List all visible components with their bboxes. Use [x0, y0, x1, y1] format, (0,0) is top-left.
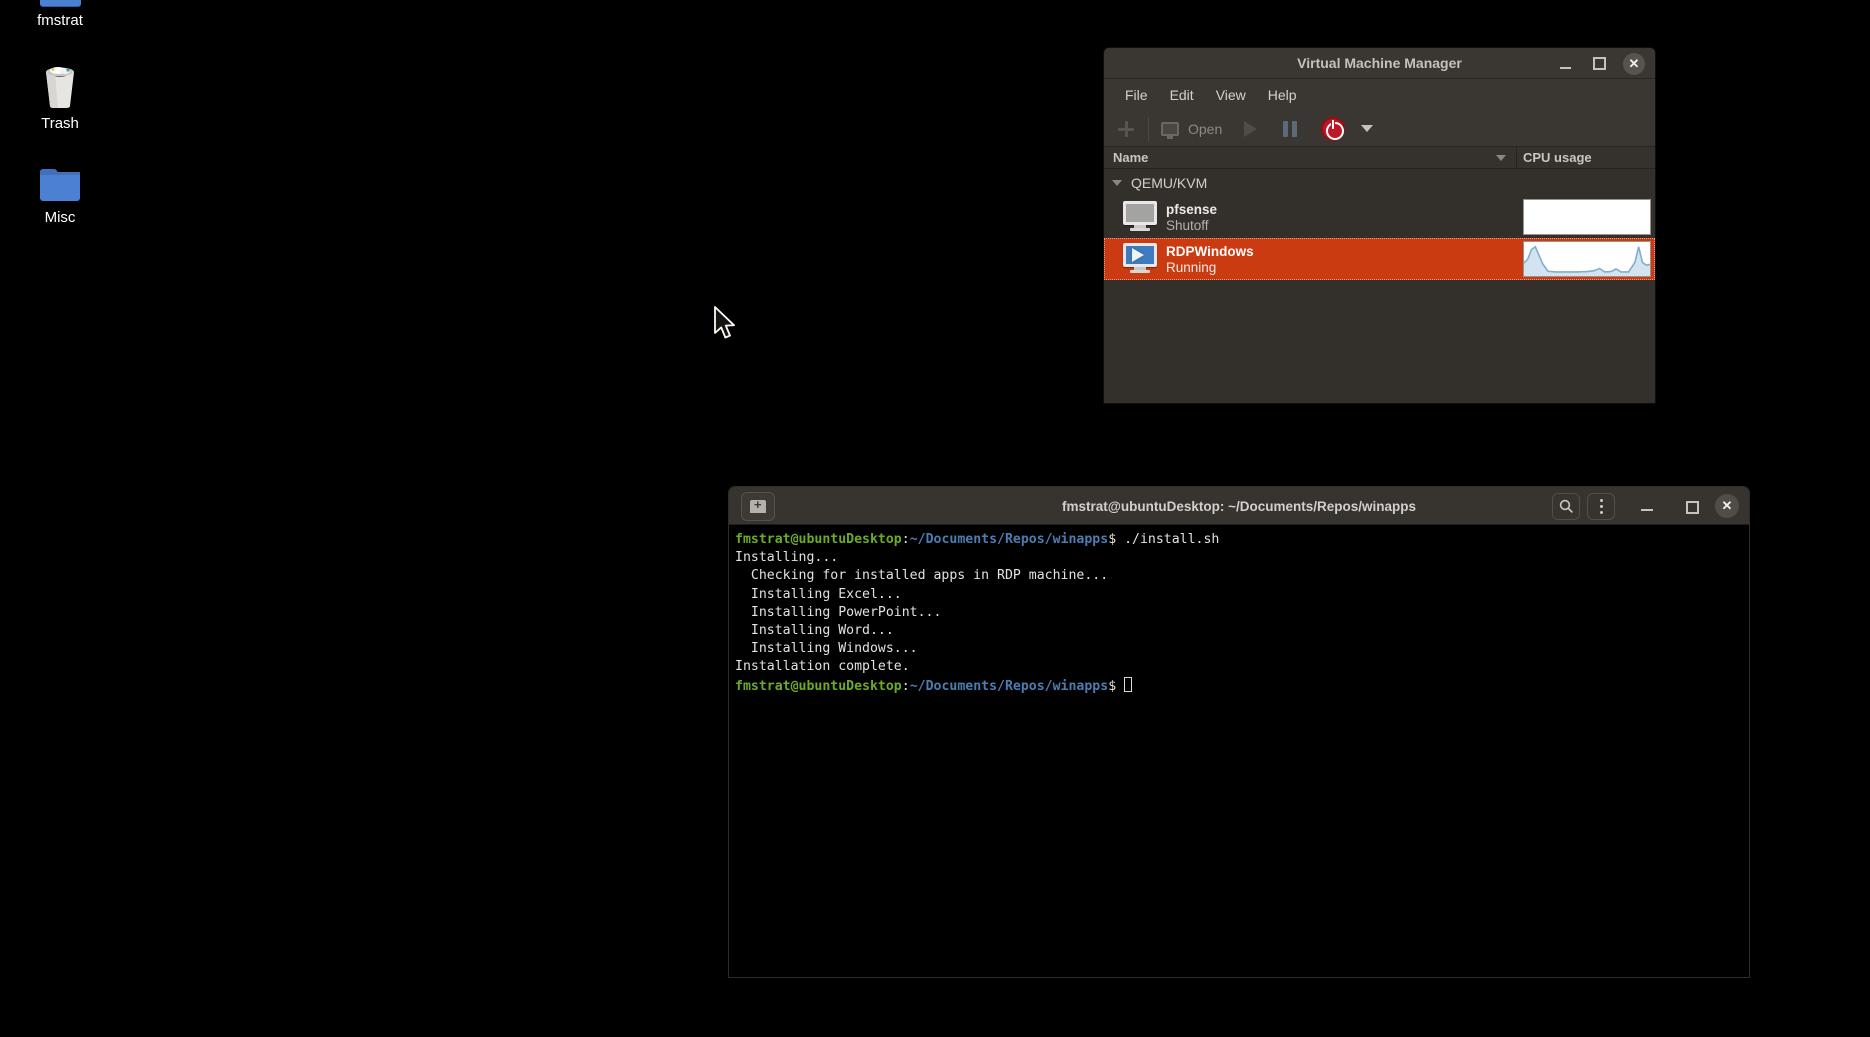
terminal-line: fmstrat@ubuntuDesktop:~/Documents/Repos/…: [735, 677, 1743, 696]
vm-row-rdpwindows[interactable]: RDPWindows Running: [1104, 238, 1655, 280]
shutdown-dropdown-caret[interactable]: [1361, 125, 1373, 132]
sort-caret-icon: [1496, 155, 1506, 161]
desktop-icon-misc[interactable]: Misc: [0, 166, 120, 226]
run-vm-button[interactable]: [1244, 121, 1257, 137]
terminal-line: Installing Excel...: [735, 586, 1743, 604]
cpu-usage-graph: [1523, 241, 1651, 277]
menu-file[interactable]: File: [1116, 83, 1157, 107]
expander-caret-icon[interactable]: [1112, 180, 1122, 186]
vm-monitor-running-icon: [1123, 243, 1157, 273]
search-button[interactable]: [1552, 493, 1580, 520]
vmm-toolbar: Open: [1104, 111, 1655, 147]
minimize-button[interactable]: [1637, 496, 1657, 516]
vm-list-header: Name CPU usage: [1104, 147, 1655, 169]
window-title: Virtual Machine Manager: [1297, 55, 1462, 71]
vmm-menubar: File Edit View Help: [1104, 79, 1655, 111]
toolbar-separator: [1148, 117, 1149, 141]
trash-icon: [38, 62, 82, 110]
desktop-icon-label: Trash: [0, 115, 120, 132]
maximize-button[interactable]: [1681, 496, 1701, 516]
group-label: QEMU/KVM: [1131, 175, 1207, 191]
menu-edit[interactable]: Edit: [1161, 83, 1203, 107]
menu-help[interactable]: Help: [1259, 83, 1306, 107]
terminal-line: Installing Windows...: [735, 640, 1743, 658]
terminal-line: Installing Word...: [735, 622, 1743, 640]
column-header-name[interactable]: Name: [1113, 150, 1148, 165]
kebab-icon: [1600, 499, 1603, 514]
mouse-cursor: [713, 306, 739, 342]
search-icon: [1559, 499, 1574, 514]
minimize-button[interactable]: [1555, 54, 1575, 74]
terminal-line: fmstrat@ubuntuDesktop:~/Documents/Repos/…: [735, 531, 1743, 549]
terminal-line: Installing...: [735, 549, 1743, 567]
new-vm-button[interactable]: [1118, 121, 1134, 137]
cpu-usage-graph: [1523, 199, 1651, 235]
terminal-window: fmstrat@ubuntuDesktop: ~/Documents/Repos…: [728, 486, 1750, 978]
vm-status: Running: [1166, 260, 1216, 275]
terminal-cursor: [1124, 677, 1132, 692]
vm-name: pfsense: [1166, 202, 1217, 217]
desktop-icon-trash[interactable]: Trash: [0, 62, 120, 132]
vmm-titlebar[interactable]: Virtual Machine Manager ✕: [1104, 48, 1655, 79]
vm-status: Shutoff: [1166, 218, 1209, 233]
open-label: Open: [1188, 121, 1222, 137]
desktop: fmstrat Trash Misc Virtual Machine Manag…: [0, 0, 1870, 1037]
desktop-icon-label: Misc: [0, 209, 120, 226]
vm-list-empty-area: [1104, 280, 1655, 404]
close-button[interactable]: ✕: [1715, 494, 1739, 518]
close-button[interactable]: ✕: [1623, 53, 1645, 75]
new-tab-button[interactable]: [741, 492, 775, 521]
new-tab-icon: [750, 500, 766, 513]
column-divider[interactable]: [1516, 147, 1517, 169]
menu-button[interactable]: [1587, 493, 1615, 520]
menu-view[interactable]: View: [1207, 83, 1255, 107]
virtual-machine-manager-window: Virtual Machine Manager ✕ File Edit View…: [1103, 47, 1656, 404]
vm-group-row-qemu-kvm[interactable]: QEMU/KVM: [1104, 169, 1655, 196]
maximize-button[interactable]: [1589, 54, 1609, 74]
desktop-icon-fmstrat[interactable]: fmstrat: [0, 12, 120, 29]
terminal-line: Installing PowerPoint...: [735, 604, 1743, 622]
monitor-icon: [1161, 122, 1179, 136]
column-header-cpu-usage[interactable]: CPU usage: [1523, 150, 1592, 165]
desktop-icon-label: fmstrat: [0, 12, 120, 29]
cpu-sparkline: [1524, 242, 1650, 276]
open-button[interactable]: Open: [1161, 121, 1222, 137]
terminal-output[interactable]: fmstrat@ubuntuDesktop:~/Documents/Repos/…: [729, 525, 1749, 977]
terminal-titlebar[interactable]: fmstrat@ubuntuDesktop: ~/Documents/Repos…: [729, 487, 1749, 525]
pause-vm-button[interactable]: [1283, 121, 1297, 137]
vm-name: RDPWindows: [1166, 244, 1254, 259]
terminal-line: Checking for installed apps in RDP machi…: [735, 567, 1743, 585]
fmstrat-folder-icon[interactable]: [40, 0, 81, 7]
shutdown-vm-button[interactable]: [1321, 117, 1345, 141]
folder-icon: [38, 166, 82, 204]
vm-row-pfsense[interactable]: pfsense Shutoff: [1104, 196, 1655, 238]
terminal-line: Installation complete.: [735, 658, 1743, 676]
vm-monitor-icon: [1123, 201, 1157, 231]
